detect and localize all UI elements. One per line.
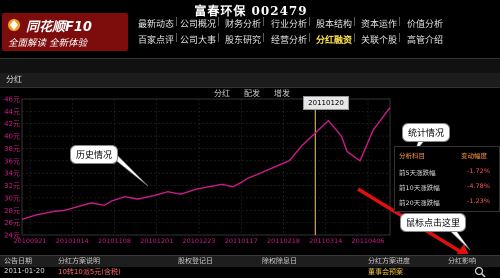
section-header — [0, 73, 500, 88]
logo: 同花顺F10 全面解读 全新体验 — [2, 13, 128, 51]
panel-row-value: -1.23% — [467, 197, 490, 205]
panel-row-value: -4.78% — [467, 182, 490, 190]
x-tick-label: 20110218 — [267, 237, 300, 245]
nav-separator: | — [217, 33, 221, 43]
nav-item[interactable]: 高管介绍 — [407, 33, 443, 46]
col-progress: 分红方案进度 — [368, 257, 410, 265]
nav-separator: | — [308, 17, 312, 27]
col-exdiv-date: 除权除息日 — [262, 257, 297, 265]
y-tick-label: 32元 — [4, 182, 20, 190]
y-tick-label: 36元 — [4, 157, 20, 165]
nav-separator: | — [353, 33, 357, 43]
nav-separator: | — [353, 17, 357, 27]
nav-separator: | — [175, 17, 179, 27]
nav-item[interactable]: 股本结构 — [316, 17, 352, 30]
nav-separator: | — [308, 33, 312, 43]
nav-separator: | — [398, 33, 402, 43]
col-announce-date: 公告日期 — [4, 257, 32, 265]
y-tick-label: 26元 — [4, 219, 20, 227]
panel-row-label: 前10天涨跌幅 — [399, 184, 440, 192]
col-impact: 分红影响 — [448, 257, 476, 265]
nav-item[interactable]: 百家点评 — [138, 33, 174, 46]
y-tick-label: 40元 — [4, 133, 20, 141]
col-plan: 分红方案说明 — [58, 257, 100, 265]
y-tick-label: 46元 — [4, 96, 20, 104]
nav-item[interactable]: 关联个股 — [361, 33, 397, 46]
nav-item[interactable]: 股东研究 — [225, 33, 261, 46]
nav-item[interactable]: 财务分析 — [225, 17, 261, 30]
panel-row-label: 前20天涨跌幅 — [399, 199, 440, 207]
nav-separator: | — [398, 17, 402, 27]
x-tick-label: 20110314 — [309, 237, 342, 245]
nav-separator: | — [175, 33, 179, 43]
y-tick-label: 42元 — [4, 120, 20, 128]
nav-item[interactable]: 行业分析 — [271, 17, 307, 30]
nav-item[interactable]: 资本运作 — [361, 17, 397, 30]
section-label: 分红 — [6, 75, 22, 84]
nav-item[interactable]: 分红融资 — [316, 33, 352, 46]
logo-icon — [8, 19, 20, 31]
x-tick-label: 20101108 — [98, 237, 131, 245]
y-tick-label: 30元 — [4, 194, 20, 202]
y-tick-label: 34元 — [4, 170, 20, 178]
nav-item[interactable]: 公司大事 — [180, 33, 216, 46]
panel-col-change: 变动幅度 — [461, 152, 487, 160]
panel-row-value: -1.72% — [467, 167, 490, 175]
brand-name: 同花顺F10 — [26, 20, 92, 35]
x-tick-label: 20101223 — [182, 237, 215, 245]
callout-stats: 统计情况 — [402, 123, 451, 142]
marker-date-label: 20110120 — [303, 96, 349, 110]
nav-item[interactable]: 价值分析 — [407, 17, 443, 30]
cell-announce-date: 2011-01-20 — [4, 267, 45, 275]
plot-area — [21, 98, 391, 236]
y-tick-label: 28元 — [4, 207, 20, 215]
magnifier-icon[interactable] — [474, 266, 488, 278]
brand-slogan: 全面解读 全新体验 — [8, 38, 88, 49]
callout-hover: 鼠标点击这里 — [400, 213, 467, 232]
x-tick-label: 20101014 — [56, 237, 89, 245]
x-tick-label: 20110406 — [351, 237, 384, 245]
y-tick-label: 44元 — [4, 108, 20, 116]
nav-separator: | — [262, 33, 266, 43]
nav-item[interactable]: 经营分析 — [271, 33, 307, 46]
cell-progress: 董事会预案 — [368, 268, 403, 276]
nav-item[interactable]: 公司概况 — [180, 17, 216, 30]
x-tick-label: 20100921 — [13, 237, 46, 245]
nav-item[interactable]: 最新动态 — [138, 17, 174, 30]
divider-band — [0, 58, 500, 74]
callout-history: 历史情况 — [70, 145, 119, 164]
y-tick-label: 38元 — [4, 145, 20, 153]
x-tick-label: 20101201 — [140, 237, 173, 245]
col-record-date: 股权登记日 — [178, 257, 213, 265]
panel-col-subject: 分析科目 — [399, 152, 425, 160]
cell-plan: 10转10派5元(含税) — [58, 268, 121, 276]
nav-separator: | — [217, 17, 221, 27]
panel-row-label: 前5天涨跌幅 — [399, 169, 436, 177]
nav-separator: | — [262, 17, 266, 27]
stats-panel: 分析科目 变动幅度 前5天涨跌幅 -1.72% 前10天涨跌幅 -4.78% 前… — [394, 146, 500, 212]
x-tick-label: 20110117 — [225, 237, 258, 245]
